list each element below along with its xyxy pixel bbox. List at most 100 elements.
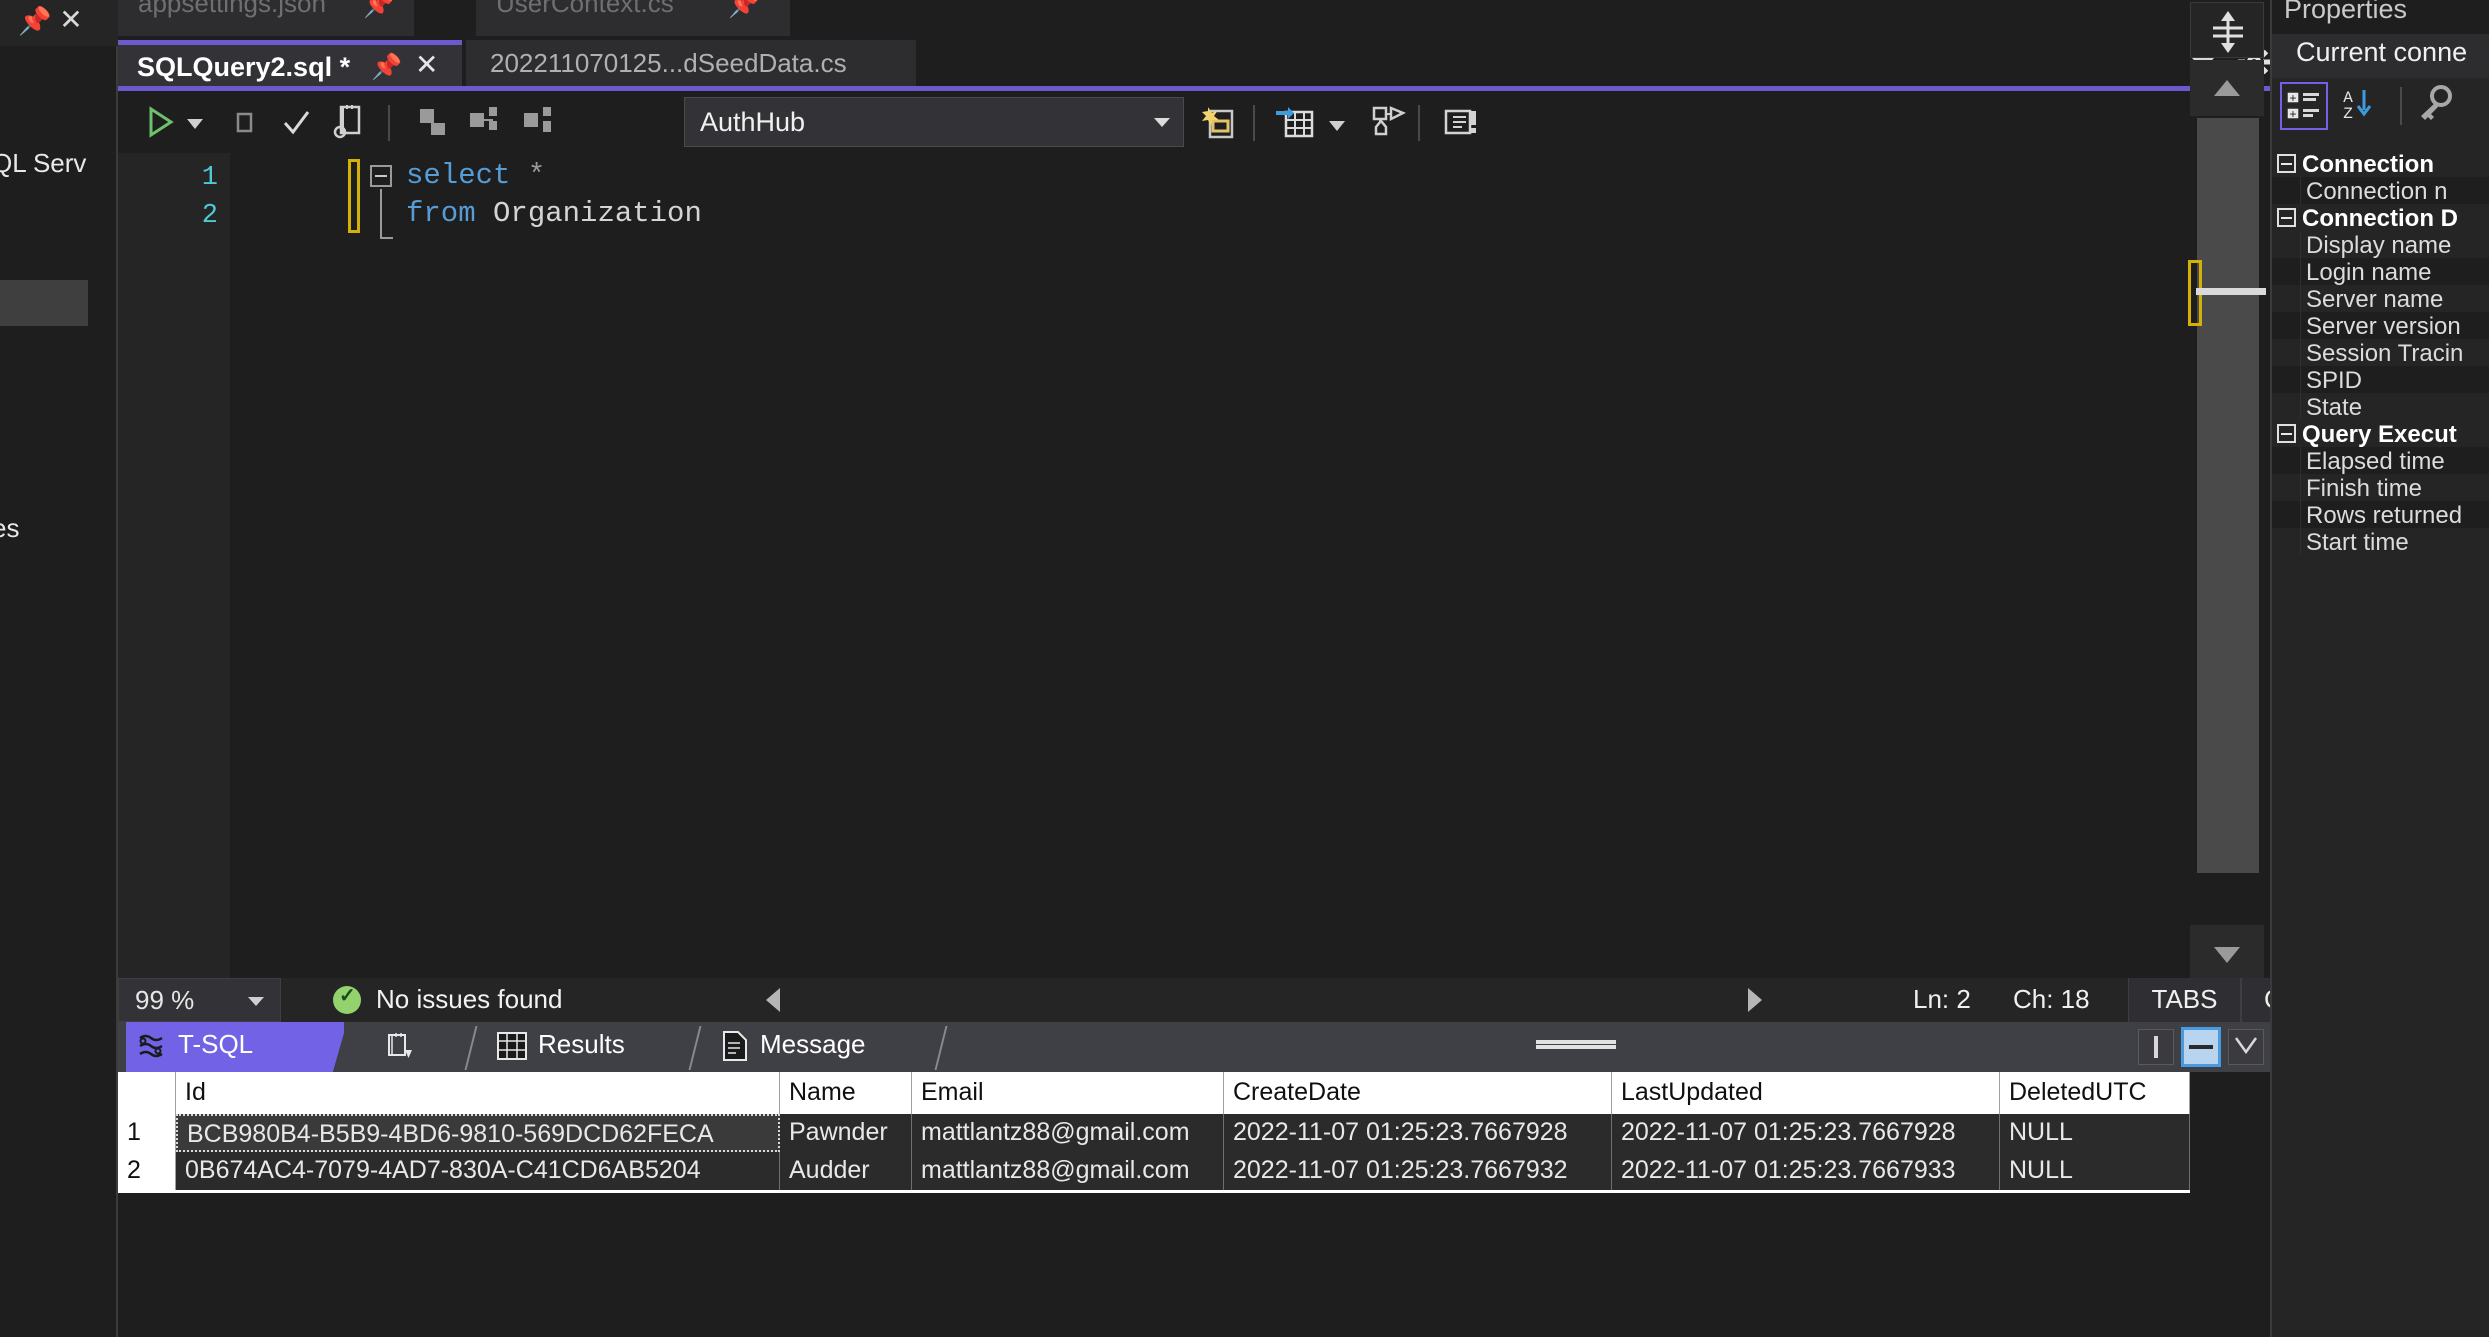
svg-text:+: + (2289, 108, 2296, 122)
property-group-label: Connection D (2302, 205, 2458, 232)
object-explorer-selected-node[interactable] (0, 280, 88, 326)
column-header-name[interactable]: Name (780, 1072, 912, 1114)
query-options-icon[interactable] (1363, 99, 1409, 145)
chevron-down-icon[interactable] (248, 997, 264, 1006)
property-row-server-version[interactable]: Server version (2272, 312, 2489, 340)
property-row-start-time[interactable]: Start time (2272, 528, 2489, 556)
property-row-finish-time[interactable]: Finish time (2272, 474, 2489, 502)
split-editor-icon[interactable] (2190, 2, 2264, 58)
display-estimated-plan-icon[interactable] (325, 99, 371, 145)
property-row-state[interactable]: State (2272, 393, 2489, 421)
parse-check-icon[interactable] (273, 99, 319, 145)
indent-mode-button[interactable]: TABS (2128, 978, 2241, 1022)
results-to-grid-icon[interactable] (1273, 99, 1319, 145)
property-group-connection[interactable]: Connection (2272, 150, 2489, 178)
property-pages-key-icon[interactable] (2412, 82, 2460, 130)
zoom-level-value: 99 % (135, 985, 195, 1015)
column-header-id[interactable]: Id (176, 1072, 780, 1114)
cell-deletedutc[interactable]: NULL (2000, 1114, 2190, 1152)
hide-results-icon[interactable] (2228, 1029, 2264, 1065)
property-row-spid[interactable]: SPID (2272, 366, 2489, 394)
message-icon (720, 1030, 750, 1067)
column-header-email[interactable]: Email (912, 1072, 1224, 1114)
property-label: Server version (2306, 313, 2461, 340)
collapse-icon[interactable] (2277, 154, 2296, 173)
connect-icon[interactable] (410, 99, 456, 145)
split-horizontal-icon[interactable] (2181, 1027, 2221, 1067)
row-number[interactable]: 1 (118, 1114, 176, 1152)
property-row-server-name[interactable]: Server name (2272, 285, 2489, 313)
pin-icon[interactable]: 📌 (728, 0, 759, 20)
pin-icon[interactable]: 📌 (371, 53, 402, 82)
properties-window-icon[interactable] (1436, 99, 1482, 145)
check-circle-icon (333, 983, 361, 1014)
scroll-up-arrow-icon[interactable] (2190, 60, 2264, 116)
alphabetical-sort-icon[interactable]: A Z (2334, 82, 2382, 130)
doc-tab-label: appsettings.json (138, 0, 326, 18)
tab-message[interactable]: Message (708, 1022, 936, 1072)
collapse-icon[interactable] (2277, 208, 2296, 227)
change-connection-icon[interactable] (516, 99, 562, 145)
doc-tab-usercontext[interactable]: UserContext.cs 📌 (476, 0, 790, 36)
stop-square-icon[interactable] (221, 99, 267, 145)
property-group-connection-details[interactable]: Connection D (2272, 204, 2489, 232)
tab-seeddata[interactable]: 202211070125...dSeedData.cs (466, 40, 916, 86)
execute-play-icon[interactable] (136, 99, 182, 145)
split-vertical-icon[interactable] (2138, 1029, 2174, 1065)
property-row-connection-name[interactable]: Connection n (2272, 177, 2489, 205)
chevron-down-icon[interactable] (1154, 118, 1170, 127)
cell-name[interactable]: Pawnder (780, 1114, 912, 1152)
cell-name[interactable]: Audder (780, 1152, 912, 1190)
table-row[interactable]: 1 BCB980B4-B5B9-4BD6-9810-569DCD62FECA P… (118, 1114, 2190, 1152)
include-actual-plan-icon[interactable] (1196, 99, 1242, 145)
cell-email[interactable]: mattlantz88@gmail.com (912, 1114, 1224, 1152)
tab-label: T-SQL (178, 1029, 254, 1059)
chevron-down-icon[interactable] (1323, 99, 1351, 145)
property-row-session-tracing[interactable]: Session Tracin (2272, 339, 2489, 367)
sql-code-editor[interactable]: 1 2 select * from Organization (118, 153, 2388, 988)
cell-createdate[interactable]: 2022-11-07 01:25:23.7667928 (1224, 1114, 1612, 1152)
zoom-level-selector[interactable]: 99 % (118, 978, 281, 1022)
cell-createdate[interactable]: 2022-11-07 01:25:23.7667932 (1224, 1152, 1612, 1190)
caret-right-icon[interactable] (1748, 988, 1762, 1012)
close-icon[interactable]: ✕ (56, 4, 86, 36)
column-header-lastupdated[interactable]: LastUpdated (1612, 1072, 2000, 1114)
scroll-down-arrow-icon[interactable] (2190, 925, 2264, 981)
property-row-display-name[interactable]: Display name (2272, 231, 2489, 259)
object-explorer-clipped-panel: 📌 ✕ QL Serv es (0, 0, 118, 1337)
database-selector[interactable]: AuthHub (684, 97, 1184, 147)
table-row[interactable]: 2 0B674AC4-7079-4AD7-830A-C41CD6AB5204 A… (118, 1152, 2190, 1190)
row-number[interactable]: 2 (118, 1152, 176, 1190)
property-group-query-execution[interactable]: Query Execut (2272, 420, 2489, 448)
collapse-icon[interactable] (2277, 424, 2296, 443)
column-header-deletedutc[interactable]: DeletedUTC (2000, 1072, 2190, 1114)
chevron-down-icon[interactable] (181, 99, 209, 145)
categorized-icon[interactable]: + + (2280, 82, 2328, 130)
property-row-elapsed-time[interactable]: Elapsed time (2272, 447, 2489, 475)
tab-tsql[interactable]: T-SQL (126, 1022, 344, 1072)
cell-lastupdated[interactable]: 2022-11-07 01:25:23.7667933 (1612, 1152, 2000, 1190)
caret-left-icon[interactable] (766, 988, 780, 1012)
property-row-rows-returned[interactable]: Rows returned (2272, 501, 2489, 529)
results-grid[interactable]: Id Name Email CreateDate LastUpdated Del… (118, 1072, 2270, 1337)
close-icon[interactable]: ✕ (415, 48, 438, 81)
tab-sqlquery2[interactable]: SQLQuery2.sql * 📌 ✕ (118, 40, 462, 90)
cell-id[interactable]: BCB980B4-B5B9-4BD6-9810-569DCD62FECA (176, 1114, 780, 1152)
property-row-login-name[interactable]: Login name (2272, 258, 2489, 286)
vertical-scrollbar-thumb[interactable] (2197, 118, 2259, 873)
tab-label: Results (538, 1029, 625, 1059)
cell-email[interactable]: mattlantz88@gmail.com (912, 1152, 1224, 1190)
disconnect-icon[interactable] (462, 99, 508, 145)
cell-lastupdated[interactable]: 2022-11-07 01:25:23.7667928 (1612, 1114, 2000, 1152)
doc-tab-appsettings[interactable]: appsettings.json 📌 (118, 0, 414, 36)
splitter-grip-icon[interactable] (1536, 1040, 1616, 1044)
tab-results[interactable]: Results (484, 1022, 688, 1072)
tab-execution-plan[interactable] (356, 1022, 466, 1072)
pin-icon[interactable]: 📌 (18, 6, 52, 36)
collapse-outline-icon[interactable] (370, 165, 392, 187)
pin-icon[interactable]: 📌 (363, 0, 394, 20)
cell-id[interactable]: 0B674AC4-7079-4AD7-830A-C41CD6AB5204 (176, 1152, 780, 1190)
database-selector-value: AuthHub (700, 107, 806, 137)
column-header-createdate[interactable]: CreateDate (1224, 1072, 1612, 1114)
cell-deletedutc[interactable]: NULL (2000, 1152, 2190, 1190)
